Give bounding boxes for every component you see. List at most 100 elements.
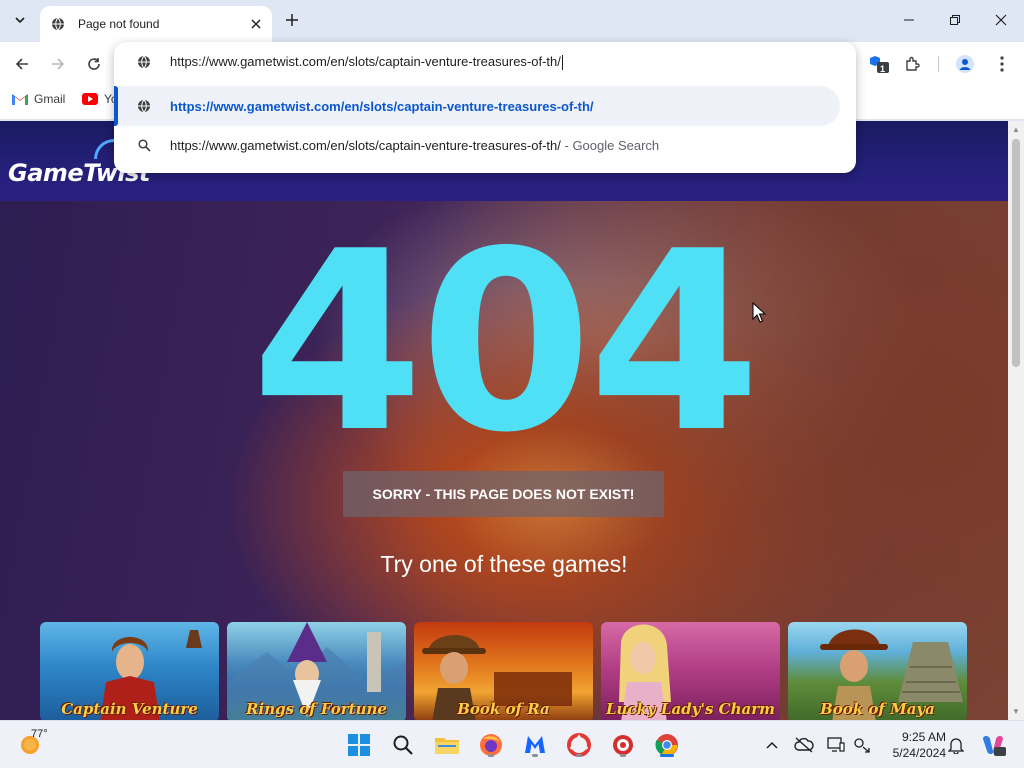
game-suggestions: Captain Venture Rings of Fortune Book of… — [40, 622, 970, 720]
error-code: 404 — [251, 199, 761, 487]
game-title: Rings of Fortune — [246, 700, 387, 718]
scroll-down-icon[interactable]: ▼ — [1012, 707, 1020, 716]
suggestion-url-text: https://www.gametwist.com/en/slots/capta… — [170, 98, 594, 114]
running-indicator — [488, 754, 494, 757]
globe-icon — [136, 54, 152, 70]
bell-icon — [948, 738, 964, 754]
chevron-up-icon — [766, 741, 778, 749]
new-tab-button[interactable] — [280, 8, 304, 32]
search-icon — [393, 735, 413, 755]
extension-button[interactable]: 1 — [866, 51, 892, 77]
game-title: Book of Maya — [820, 700, 935, 718]
firefox-button[interactable] — [477, 731, 505, 759]
folder-icon — [435, 738, 459, 754]
arrow-left-icon — [15, 58, 28, 70]
malwarebytes-button[interactable] — [521, 731, 549, 759]
close-tab-icon[interactable] — [246, 14, 266, 34]
system-clock[interactable]: 9:25 AM 5/24/2024 — [880, 729, 946, 761]
globe-icon — [50, 16, 66, 32]
error-message-banner: SORRY - THIS PAGE DOES NOT EXIST! — [343, 471, 664, 517]
search-suffix-text: - Google Search — [560, 137, 660, 153]
page-scrollbar[interactable]: ▲ ▼ — [1008, 121, 1024, 720]
menu-button[interactable] — [989, 51, 1015, 77]
show-hidden-icons-button[interactable] — [762, 735, 782, 755]
search-query-text: https://www.gametwist.com/en/slots/capta… — [170, 137, 561, 153]
start-button[interactable] — [345, 731, 373, 759]
running-indicator — [532, 754, 538, 757]
profile-button[interactable] — [952, 51, 978, 77]
clock-time: 9:25 AM — [901, 730, 946, 744]
scrollbar-thumb[interactable] — [1012, 139, 1020, 367]
close-icon — [995, 14, 1007, 26]
taskbar-search-button[interactable] — [389, 731, 417, 759]
address-bar-text: https://www.gametwist.com/en/slots/capta… — [170, 53, 561, 69]
kebab-menu-icon — [1000, 56, 1004, 72]
forward-button[interactable] — [45, 51, 71, 77]
game-title: Captain Venture — [61, 700, 198, 718]
web-page: GameTwist 404 SORRY - THIS PAGE DOES NOT… — [0, 121, 1008, 720]
mouse-cursor-icon — [752, 302, 766, 323]
game-title: Book of Ra — [457, 700, 550, 718]
youtube-icon — [82, 93, 98, 105]
network-tray[interactable] — [852, 735, 872, 755]
game-card-lucky-ladys-charm[interactable]: Lucky Lady's Charm — [601, 622, 780, 720]
notifications-button[interactable] — [946, 735, 966, 755]
weather-temperature: 77° — [31, 728, 48, 740]
tab-strip: Page not found — [0, 0, 1024, 42]
omnibox-dropdown: https://www.gametwist.com/en/slots/capta… — [114, 42, 856, 173]
reload-button[interactable] — [81, 51, 107, 77]
chrome-button[interactable] — [653, 731, 681, 759]
scroll-up-icon[interactable]: ▲ — [1012, 125, 1020, 134]
plus-icon — [286, 14, 298, 26]
file-explorer-button[interactable] — [433, 731, 461, 759]
minimize-button[interactable] — [886, 0, 932, 40]
chevron-down-icon — [15, 17, 25, 24]
game-card-book-of-maya[interactable]: Book of Maya — [788, 622, 967, 720]
windows-logo-icon — [348, 734, 370, 756]
puzzle-icon — [906, 56, 920, 71]
network-icon — [854, 738, 870, 753]
gmail-icon — [12, 94, 28, 105]
ccleaner-button[interactable] — [565, 731, 593, 759]
arrow-right-icon — [52, 58, 65, 70]
game-card-rings-of-fortune[interactable]: Rings of Fortune — [227, 622, 406, 720]
extension-badge-icon — [870, 56, 889, 73]
app-button[interactable] — [609, 731, 637, 759]
text-caret — [561, 55, 563, 71]
extension-badge-count: 1 — [880, 64, 886, 74]
windows-taskbar: 77° 9:25 AM 5/24/2024 — [0, 720, 1024, 768]
restore-button[interactable] — [932, 0, 978, 40]
running-indicator — [576, 754, 582, 757]
game-card-captain-venture[interactable]: Captain Venture — [40, 622, 219, 720]
active-indicator — [660, 754, 674, 757]
running-indicator — [620, 754, 626, 757]
game-title: Lucky Lady's Charm — [606, 700, 775, 718]
display-tray[interactable] — [826, 735, 846, 755]
tab-title: Page not found — [78, 17, 160, 31]
avatar-icon — [956, 55, 974, 73]
close-window-button[interactable] — [978, 0, 1024, 40]
bookmark-youtube[interactable]: Yo — [82, 92, 118, 106]
clock-date: 5/24/2024 — [892, 746, 946, 760]
suggestion-heading: Try one of these games! — [380, 551, 628, 577]
back-button[interactable] — [9, 51, 35, 77]
extensions-menu-button[interactable] — [899, 51, 925, 77]
copilot-button[interactable] — [980, 732, 1006, 758]
active-tab[interactable]: Page not found — [40, 6, 272, 42]
toolbar-divider — [938, 56, 939, 72]
address-bar-input[interactable]: https://www.gametwist.com/en/slots/capta… — [114, 42, 856, 82]
tab-search-button[interactable] — [6, 8, 34, 32]
bookmark-gmail[interactable]: Gmail — [12, 92, 65, 106]
suggestion-google-search[interactable]: https://www.gametwist.com/en/slots/capta… — [114, 125, 856, 165]
cloud-offline-icon — [794, 737, 814, 753]
minimize-icon — [904, 19, 914, 21]
onedrive-tray[interactable] — [794, 735, 814, 755]
restore-icon — [950, 15, 960, 25]
search-icon — [136, 137, 152, 153]
monitor-icon — [827, 737, 845, 752]
copilot-icon — [983, 736, 1006, 756]
reload-icon — [88, 58, 100, 70]
globe-icon — [136, 98, 152, 114]
game-card-book-of-ra[interactable]: Book of Ra — [414, 622, 593, 720]
suggestion-url[interactable]: https://www.gametwist.com/en/slots/capta… — [114, 86, 840, 126]
